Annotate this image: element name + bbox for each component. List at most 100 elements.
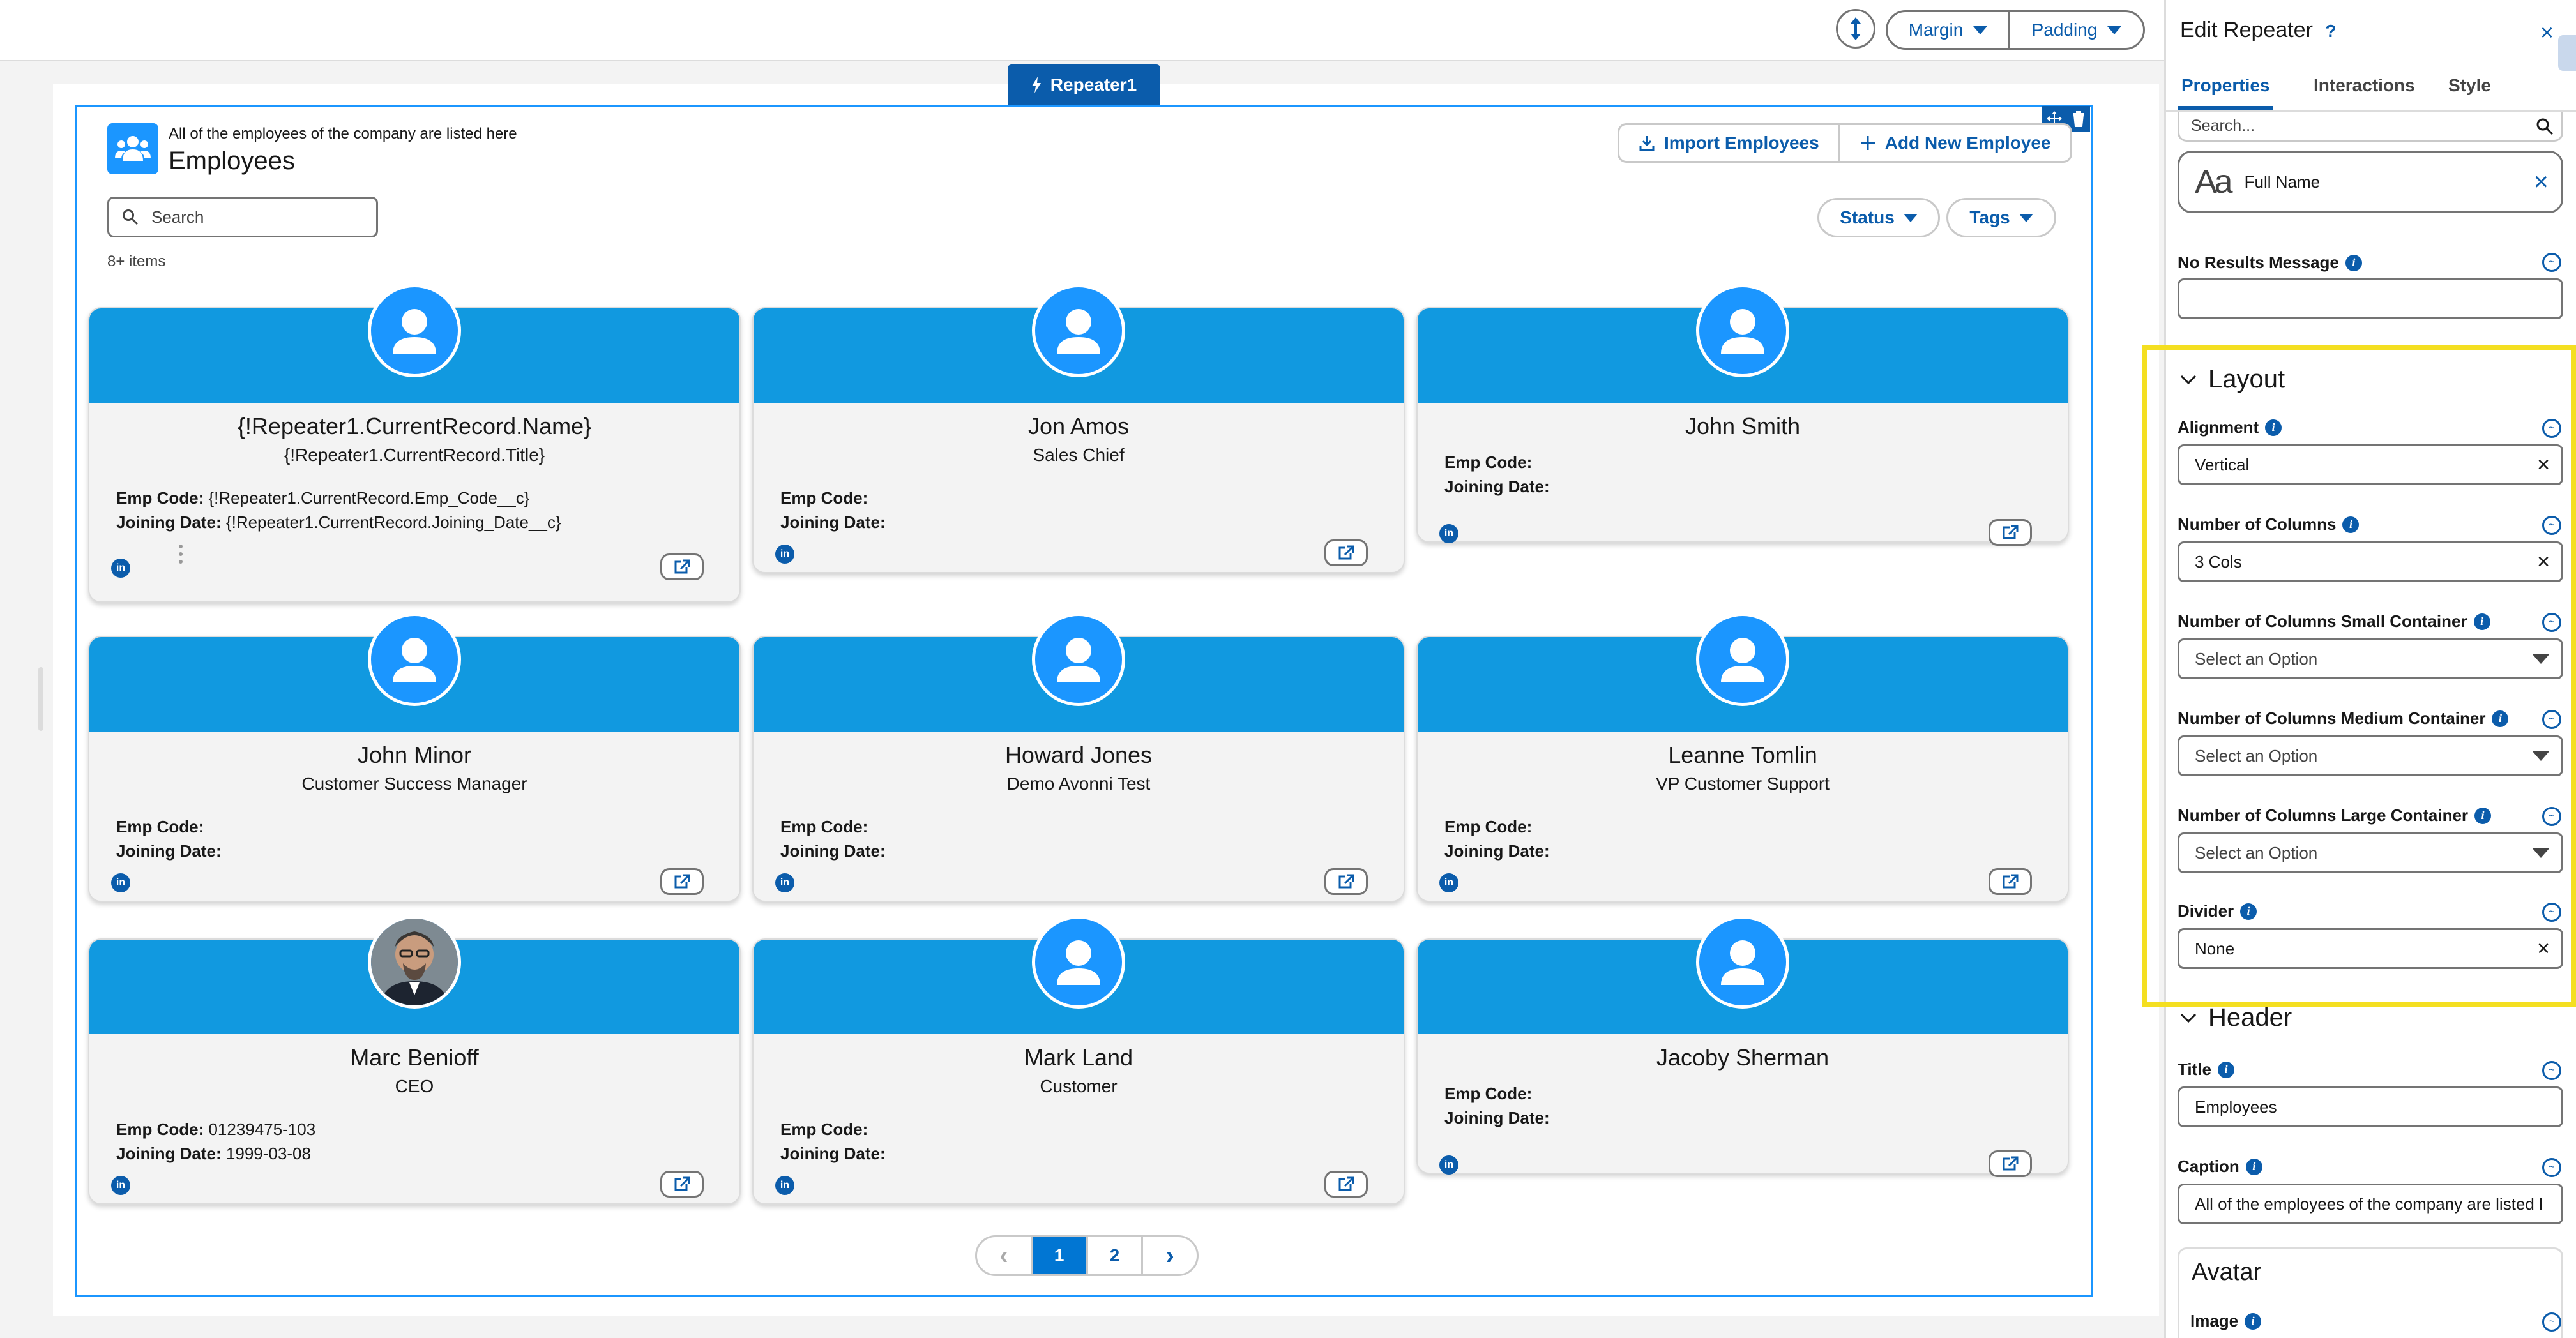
employee-card[interactable]: Leanne Tomlin VP Customer Support Emp Code…	[1416, 613, 2069, 902]
bind-variable-icon[interactable]: ~	[2542, 1061, 2561, 1080]
alignment-field[interactable]: Vertical ×	[2178, 444, 2563, 485]
linkedin-icon[interactable]: in	[111, 873, 130, 892]
employee-card[interactable]: Jacoby Sherman Emp Code: Joining Date: in	[1416, 915, 2069, 1177]
close-panel-button[interactable]: ×	[2540, 19, 2554, 46]
search-input[interactable]: Search	[107, 197, 378, 237]
open-record-button[interactable]	[1324, 1171, 1368, 1198]
employee-card[interactable]: Marc Benioff CEO Emp Code: 01239475-103 Joi…	[88, 915, 741, 1205]
clear-icon[interactable]: ×	[2537, 550, 2550, 575]
open-record-button[interactable]	[1989, 1150, 2032, 1177]
caption-input[interactable]: All of the employees of the company are …	[2178, 1184, 2563, 1224]
vertical-resize-button[interactable]	[1836, 9, 1875, 49]
columns-medium-select[interactable]: Select an Option	[2178, 735, 2563, 776]
person-icon	[1048, 300, 1109, 361]
field-search-input[interactable]: Search...	[2178, 112, 2563, 142]
linkedin-icon[interactable]: in	[775, 1176, 794, 1195]
active-tab-indicator	[2178, 106, 2273, 110]
divider-field[interactable]: None ×	[2178, 928, 2563, 969]
linkedin-icon[interactable]: in	[111, 559, 130, 578]
previous-page-button[interactable]: ‹	[977, 1237, 1031, 1274]
emp-code-label: Emp Code	[116, 1120, 199, 1139]
margin-button[interactable]: Margin	[1886, 10, 2010, 50]
open-record-button[interactable]	[660, 868, 704, 895]
open-record-button[interactable]	[1324, 868, 1368, 895]
number-of-columns-value: 3 Cols	[2195, 552, 2242, 571]
tab-interactions[interactable]: Interactions	[2314, 75, 2415, 96]
employee-card[interactable]: John Minor Customer Success Manager Emp Co…	[88, 613, 741, 902]
open-record-button[interactable]	[1324, 539, 1368, 566]
drag-handle-icon[interactable]	[179, 545, 183, 564]
linkedin-icon[interactable]: in	[111, 1176, 130, 1195]
external-link-icon	[2002, 525, 2019, 540]
employee-name: John Minor	[357, 742, 472, 768]
remove-field-icon[interactable]: ×	[2534, 168, 2549, 197]
panel-collapse-tab[interactable]	[2558, 35, 2576, 71]
employee-card[interactable]: {!Repeater1.CurrentRecord.Name} {!Repeate…	[88, 284, 741, 603]
full-name-field-chip[interactable]: Aa Full Name ×	[2178, 151, 2563, 213]
divider-label-text: Divider	[2178, 901, 2234, 921]
padding-button[interactable]: Padding	[2008, 10, 2145, 50]
employee-card[interactable]: Howard Jones Demo Avonni Test Emp Code: Jo…	[752, 613, 1405, 902]
vertical-arrows-icon	[1848, 16, 1863, 41]
page-1-button[interactable]: 1	[1030, 1237, 1086, 1274]
panel-title: Edit Repeater ?	[2180, 18, 2336, 43]
repeater-title: Employees	[169, 147, 295, 175]
tab-style[interactable]: Style	[2448, 75, 2491, 96]
tab-properties[interactable]: Properties	[2181, 75, 2270, 96]
linkedin-icon[interactable]: in	[775, 545, 794, 564]
columns-large-select[interactable]: Select an Option	[2178, 832, 2563, 873]
chevron-down-icon	[2532, 751, 2550, 761]
bind-variable-icon[interactable]: ~	[2542, 419, 2561, 438]
number-of-columns-field[interactable]: 3 Cols ×	[2178, 541, 2563, 582]
layout-section-header[interactable]: Layout	[2180, 365, 2285, 394]
help-icon[interactable]: ?	[2325, 21, 2336, 41]
delete-icon[interactable]	[2072, 110, 2086, 127]
bind-variable-icon[interactable]: ~	[2542, 1158, 2561, 1177]
bind-variable-icon[interactable]: ~	[2542, 1312, 2561, 1332]
title-input[interactable]: Employees	[2178, 1086, 2563, 1127]
tags-filter-button[interactable]: Tags	[1946, 198, 2056, 237]
repeater-component-tab[interactable]: Repeater1	[1008, 64, 1160, 105]
next-page-button[interactable]: ›	[1141, 1237, 1197, 1274]
employee-card[interactable]: Mark Land Customer Emp Code: Joining Date:…	[752, 915, 1405, 1205]
add-new-employee-button[interactable]: Add New Employee	[1838, 125, 2070, 161]
linkedin-icon[interactable]: in	[1439, 524, 1458, 543]
bind-variable-icon[interactable]: ~	[2542, 516, 2561, 535]
employee-card[interactable]: Jon Amos Sales Chief Emp Code: Joining Dat…	[752, 284, 1405, 573]
clear-icon[interactable]: ×	[2537, 936, 2550, 961]
bind-variable-icon[interactable]: ~	[2542, 807, 2561, 826]
employee-name: {!Repeater1.CurrentRecord.Name}	[237, 413, 592, 439]
header-section-header[interactable]: Header	[2180, 1004, 2292, 1032]
layout-section-title: Layout	[2208, 365, 2285, 393]
chevron-left-icon: ‹	[999, 1241, 1008, 1270]
linkedin-icon[interactable]: in	[1439, 1155, 1458, 1175]
bind-variable-icon[interactable]: ~	[2542, 613, 2561, 632]
open-record-button[interactable]	[1989, 519, 2032, 546]
bind-variable-icon[interactable]: ~	[2542, 253, 2561, 272]
linkedin-icon[interactable]: in	[775, 873, 794, 892]
linkedin-icon[interactable]: in	[1439, 873, 1458, 892]
open-record-button[interactable]	[660, 1171, 704, 1198]
status-filter-button[interactable]: Status	[1817, 198, 1940, 237]
import-employees-button[interactable]: Import Employees	[1619, 125, 1838, 161]
tags-filter-label: Tags	[1969, 207, 2010, 227]
open-record-button[interactable]	[660, 553, 704, 580]
open-record-button[interactable]	[1989, 868, 2032, 895]
left-resize-handle[interactable]	[38, 667, 43, 731]
clear-icon[interactable]: ×	[2537, 453, 2550, 477]
avatar	[368, 915, 461, 1009]
employee-name: Mark Land	[1024, 1044, 1133, 1071]
chevron-down-icon	[2019, 213, 2033, 222]
panel-title-text: Edit Repeater	[2180, 18, 2313, 42]
bind-variable-icon[interactable]: ~	[2542, 710, 2561, 729]
header-section-title: Header	[2208, 1004, 2292, 1032]
bind-variable-icon[interactable]: ~	[2542, 903, 2561, 922]
no-results-input[interactable]	[2178, 278, 2563, 319]
columns-small-select[interactable]: Select an Option	[2178, 638, 2563, 679]
page-2-button[interactable]: 2	[1086, 1237, 1142, 1274]
external-link-icon	[1338, 545, 1354, 560]
chevron-down-icon	[2532, 848, 2550, 858]
emp-code-label: Emp Code	[780, 817, 863, 836]
employee-card[interactable]: John Smith Emp Code: Joining Date: in	[1416, 284, 2069, 546]
emp-code-value: {!Repeater1.CurrentRecord.Emp_Code__c}	[208, 488, 530, 507]
